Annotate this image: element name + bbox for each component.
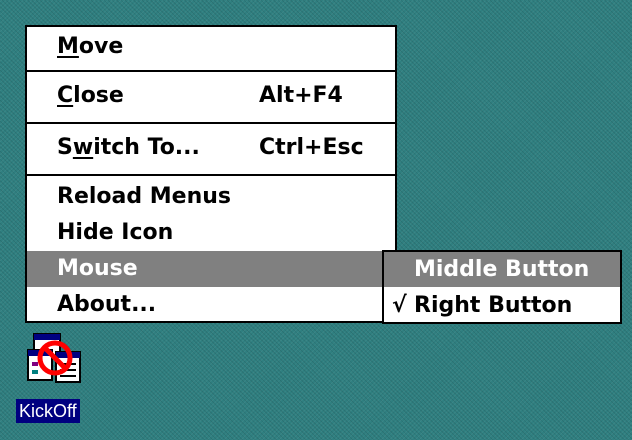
menu-item-reload-menus[interactable]: Reload Menus [27, 179, 395, 215]
switch-to-shortcut: Ctrl+Esc [259, 135, 364, 160]
kickoff-no-symbol-icon[interactable] [26, 332, 84, 390]
checkmark-icon: √ [392, 293, 407, 318]
menu-item-about[interactable]: About... [27, 287, 395, 323]
menu-separator [27, 174, 395, 176]
system-menu: Move Close Alt+F4 Switch To... Ctrl+Esc … [25, 25, 397, 323]
kickoff-icon-label[interactable]: KickOff [16, 399, 80, 423]
close-shortcut: Alt+F4 [259, 83, 343, 108]
submenu-item-middle-button[interactable]: Middle Button [384, 252, 620, 287]
menu-item-close[interactable]: Close Alt+F4 [27, 78, 395, 114]
menu-item-switch-to[interactable]: Switch To... Ctrl+Esc [27, 130, 395, 166]
menu-item-hide-icon[interactable]: Hide Icon [27, 215, 395, 251]
mouse-submenu: Middle Button √ Right Button [382, 250, 622, 324]
menu-separator [27, 70, 395, 72]
menu-item-move[interactable]: Move [27, 29, 395, 65]
submenu-item-right-button[interactable]: √ Right Button [384, 288, 620, 323]
menu-item-mouse[interactable]: Mouse [27, 251, 395, 287]
menu-separator [27, 122, 395, 124]
